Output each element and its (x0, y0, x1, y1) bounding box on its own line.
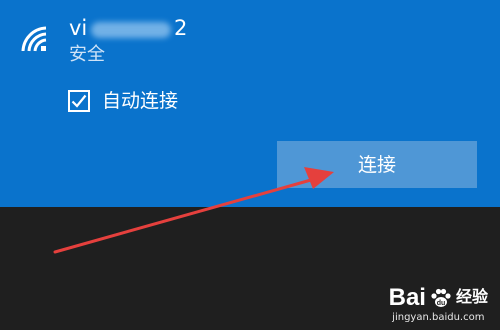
screen: vi 2 安全 自动连接 连接 Bai du 经验 jingyan.baidu.… (0, 0, 500, 330)
watermark-brand-right: 经验 (455, 289, 488, 306)
network-name: vi 2 (69, 15, 199, 41)
connect-button[interactable]: 连接 (277, 141, 477, 188)
network-name-prefix: vi (69, 16, 88, 40)
wifi-icon (21, 26, 47, 52)
checkmark-icon (71, 94, 87, 108)
watermark-logo: Bai du 经验 (389, 284, 488, 312)
baidu-jingyan-watermark: Bai du 经验 jingyan.baidu.com (389, 284, 488, 324)
auto-connect-option[interactable]: 自动连接 (68, 89, 178, 113)
network-security-status: 安全 (69, 44, 105, 65)
watermark-url: jingyan.baidu.com (392, 312, 485, 323)
auto-connect-checkbox[interactable] (68, 90, 90, 112)
wifi-network-panel: vi 2 安全 自动连接 连接 (0, 0, 500, 207)
paw-icon: du (431, 288, 451, 307)
svg-text:du: du (437, 300, 446, 307)
auto-connect-label: 自动连接 (102, 90, 179, 112)
network-name-suffix: 2 (174, 16, 188, 40)
redacted-network-name (91, 22, 171, 38)
watermark-brand-left: Bai (388, 284, 426, 311)
